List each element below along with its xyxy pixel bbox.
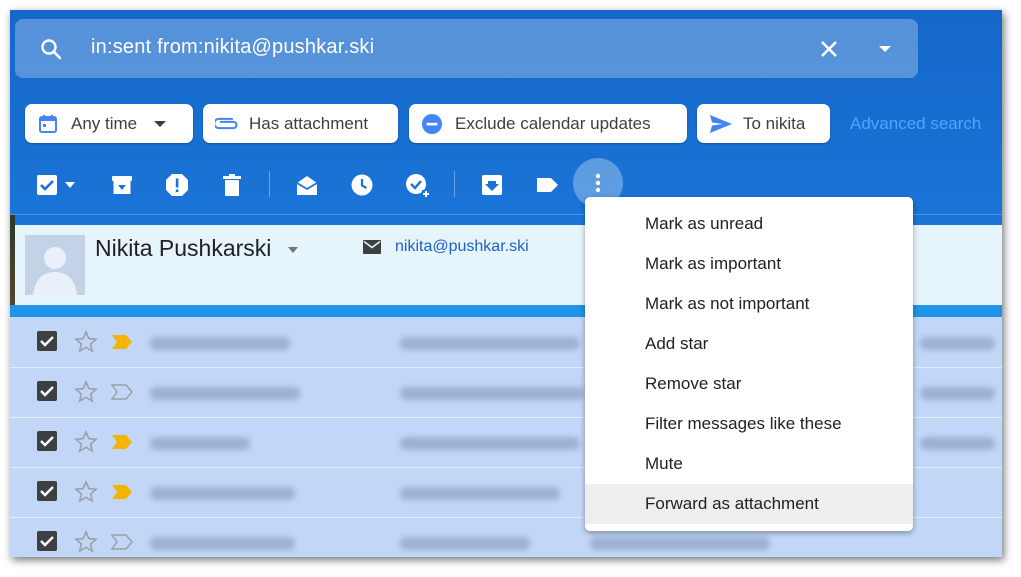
clear-search-icon[interactable]: [815, 35, 843, 63]
search-icon[interactable]: [39, 37, 63, 61]
blurred-subject: [400, 337, 580, 350]
gmail-window: in:sent from:nikita@pushkar.ski Any time…: [10, 10, 1002, 557]
blurred-sender: [150, 387, 300, 400]
check-icon: [40, 536, 54, 547]
blurred-sender: [150, 537, 295, 550]
blurred-subject: [400, 437, 580, 450]
row-checkbox[interactable]: [37, 331, 57, 351]
label-icon[interactable]: [534, 172, 560, 198]
search-options-dropdown-icon[interactable]: [873, 37, 897, 61]
select-dropdown-icon[interactable]: [64, 180, 76, 190]
report-spam-icon[interactable]: [164, 172, 190, 198]
more-options-menu: Mark as unread Mark as important Mark as…: [585, 197, 913, 531]
chevron-down-icon: [154, 120, 167, 127]
send-icon: [710, 114, 732, 133]
blurred-snippet: [590, 537, 770, 550]
row-checkbox[interactable]: [37, 481, 57, 501]
chip-exclude-calendar-updates[interactable]: Exclude calendar updates: [409, 104, 687, 143]
star-icon[interactable]: [74, 430, 98, 454]
more-vert-icon: [595, 173, 601, 193]
chip-label: To nikita: [743, 113, 806, 133]
menu-item-filter-messages-like-these[interactable]: Filter messages like these: [585, 404, 913, 444]
toolbar-divider: [454, 171, 455, 197]
avatar[interactable]: [25, 235, 85, 295]
menu-item-mark-as-not-important[interactable]: Mark as not important: [585, 284, 913, 324]
paperclip-icon: [215, 117, 238, 129]
calendar-icon: [39, 114, 57, 133]
star-icon[interactable]: [74, 480, 98, 504]
check-icon: [40, 336, 54, 347]
menu-item-mute[interactable]: Mute: [585, 444, 913, 484]
chip-any-time[interactable]: Any time: [25, 104, 193, 143]
star-icon[interactable]: [74, 330, 98, 354]
important-marker-icon[interactable]: [110, 483, 134, 501]
important-marker-icon[interactable]: [110, 383, 134, 401]
chip-has-attachment[interactable]: Has attachment: [203, 104, 398, 143]
mark-as-read-icon[interactable]: [294, 172, 320, 198]
move-to-icon[interactable]: [479, 172, 505, 198]
row-checkbox[interactable]: [37, 381, 57, 401]
blurred-subject: [400, 537, 530, 550]
chip-to-nikita[interactable]: To nikita: [697, 104, 830, 143]
check-icon: [40, 386, 54, 397]
star-icon[interactable]: [74, 530, 98, 554]
blurred-sender: [150, 337, 290, 350]
menu-item-mark-as-unread[interactable]: Mark as unread: [585, 204, 913, 244]
advanced-search-link[interactable]: Advanced search: [850, 114, 981, 134]
blurred-date: [920, 337, 995, 350]
blurred-subject: [400, 487, 560, 500]
delete-icon[interactable]: [219, 172, 245, 198]
row-checkbox[interactable]: [37, 431, 57, 451]
toolbar-divider: [269, 171, 270, 197]
menu-item-mark-as-important[interactable]: Mark as important: [585, 244, 913, 284]
important-marker-icon[interactable]: [110, 533, 134, 551]
add-to-tasks-icon[interactable]: [404, 172, 430, 198]
select-all-checkbox-icon[interactable]: [34, 172, 60, 198]
blurred-subject: [400, 387, 585, 400]
chip-label: Any time: [71, 113, 138, 133]
check-icon: [40, 436, 54, 447]
blurred-sender: [150, 487, 295, 500]
important-marker-icon[interactable]: [110, 333, 134, 351]
menu-item-add-star[interactable]: Add star: [585, 324, 913, 364]
contact-email-link[interactable]: nikita@pushkar.ski: [395, 238, 529, 256]
important-marker-icon[interactable]: [110, 433, 134, 451]
menu-item-forward-as-attachment[interactable]: Forward as attachment: [585, 484, 913, 524]
menu-item-remove-star[interactable]: Remove star: [585, 364, 913, 404]
blurred-date: [920, 437, 995, 450]
search-bar[interactable]: in:sent from:nikita@pushkar.ski: [15, 19, 918, 78]
check-icon: [40, 486, 54, 497]
contact-name: Nikita Pushkarski: [95, 235, 272, 261]
blurred-sender: [150, 437, 250, 450]
chip-label: Has attachment: [249, 113, 369, 133]
default-avatar-icon: [25, 235, 85, 295]
chip-label: Exclude calendar updates: [455, 113, 651, 133]
star-icon[interactable]: [74, 380, 98, 404]
row-checkbox[interactable]: [37, 531, 57, 551]
blurred-date: [920, 387, 995, 400]
search-query-input[interactable]: in:sent from:nikita@pushkar.ski: [91, 36, 374, 59]
archive-icon[interactable]: [109, 172, 135, 198]
contact-dropdown-icon[interactable]: [287, 245, 299, 255]
mail-icon: [363, 240, 381, 254]
snooze-icon[interactable]: [349, 172, 375, 198]
minus-circle-icon: [422, 113, 442, 134]
